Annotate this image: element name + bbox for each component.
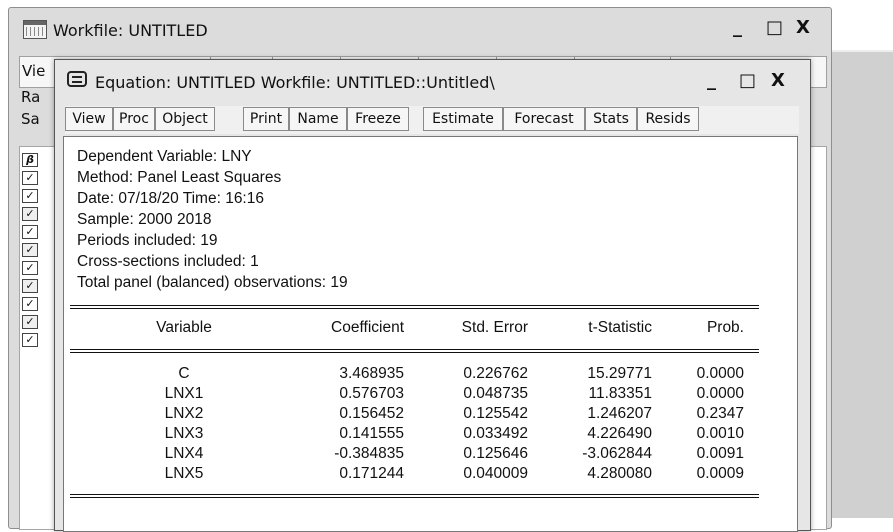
- prob-cell: 0.0009: [696, 465, 744, 482]
- forecast-button[interactable]: Forecast: [503, 107, 585, 131]
- view-button[interactable]: View: [65, 107, 113, 131]
- coef-object-icon[interactable]: β: [22, 153, 38, 167]
- t-statistic-cell: -3.062844: [582, 445, 652, 462]
- name-button[interactable]: Name: [289, 107, 347, 131]
- prob-cell: 0.0000: [696, 365, 744, 382]
- coefficient-cell: 3.468935: [339, 365, 404, 382]
- series-object-icon[interactable]: ✓: [22, 243, 38, 257]
- coefficient-cell: 0.141555: [339, 425, 404, 442]
- prob-cell: 0.0091: [696, 445, 744, 462]
- variable-cell: LNX2: [164, 405, 204, 422]
- view-menu-partial[interactable]: Vie: [22, 62, 45, 80]
- close-button[interactable]: X: [771, 71, 785, 91]
- variable-cell: C: [178, 365, 190, 382]
- resids-button[interactable]: Resids: [637, 107, 699, 131]
- column-header-t-statistic: t-Statistic: [588, 319, 652, 336]
- observations-line: Total panel (balanced) observations: 19: [77, 274, 348, 291]
- stats-button[interactable]: Stats: [585, 107, 637, 131]
- equation-title: Equation: UNTITLED Workfile: UNTITLED::U…: [95, 73, 495, 92]
- series-object-icon[interactable]: ✓: [22, 207, 38, 221]
- equation-window: Equation: UNTITLED Workfile: UNTITLED::U…: [54, 59, 811, 532]
- series-object-icon[interactable]: ✓: [22, 225, 38, 239]
- table-rule: [70, 497, 759, 498]
- sample-line: Sample: 2000 2018: [77, 211, 212, 228]
- std-error-cell: 0.040009: [463, 465, 528, 482]
- table-rule: [70, 308, 759, 309]
- estimate-button[interactable]: Estimate: [423, 107, 503, 131]
- std-error-cell: 0.048735: [463, 385, 528, 402]
- print-button[interactable]: Print: [243, 107, 289, 131]
- std-error-cell: 0.033492: [463, 425, 528, 442]
- coefficient-cell: 0.156452: [339, 405, 404, 422]
- coefficient-cell: -0.384835: [334, 445, 404, 462]
- table-rule: [70, 349, 759, 350]
- variable-cell: LNX3: [164, 425, 204, 442]
- t-statistic-cell: 15.29771: [587, 365, 652, 382]
- prob-cell: 0.0000: [696, 385, 744, 402]
- table-rule: [70, 494, 759, 495]
- std-error-cell: 0.226762: [463, 365, 528, 382]
- t-statistic-cell: 4.280080: [587, 465, 652, 482]
- column-header-variable: Variable: [156, 319, 212, 336]
- series-object-icon[interactable]: ✓: [22, 279, 38, 293]
- freeze-button[interactable]: Freeze: [347, 107, 409, 131]
- close-button[interactable]: X: [796, 18, 810, 38]
- t-statistic-cell: 11.83351: [588, 385, 653, 402]
- series-object-icon[interactable]: ✓: [22, 189, 38, 203]
- table-rule: [70, 352, 759, 353]
- minimize-button[interactable]: _: [707, 71, 716, 91]
- column-header-prob: Prob.: [706, 319, 744, 336]
- series-object-icon[interactable]: ✓: [22, 171, 38, 185]
- series-object-icon[interactable]: ✓: [22, 315, 38, 329]
- desktop-background: [830, 50, 893, 518]
- method-line: Method: Panel Least Squares: [77, 169, 282, 186]
- workfile-titlebar[interactable]: Workfile: UNTITLED _ □ X: [9, 8, 831, 48]
- series-object-icon[interactable]: ✓: [22, 261, 38, 275]
- dependent-variable-line: Dependent Variable: LNY: [77, 148, 252, 165]
- equation-icon: [67, 71, 87, 87]
- prob-cell: 0.0010: [696, 425, 744, 442]
- t-statistic-cell: 1.246207: [587, 405, 652, 422]
- estimation-output: Dependent Variable: LNY Method: Panel Le…: [63, 136, 798, 532]
- t-statistic-cell: 4.226490: [587, 425, 652, 442]
- workfile-icon: [23, 20, 47, 39]
- column-header-std-error: Std. Error: [461, 319, 528, 336]
- variable-cell: LNX5: [164, 465, 204, 482]
- prob-cell: 0.2347: [696, 405, 744, 422]
- equation-toolbar: View Proc Object Print Name Freeze Estim…: [65, 106, 799, 134]
- date-time-line: Date: 07/18/20 Time: 16:16: [77, 190, 264, 207]
- variable-cell: LNX4: [164, 445, 204, 462]
- sample-label: Sa: [21, 110, 40, 128]
- object-button[interactable]: Object: [155, 107, 215, 131]
- column-header-coefficient: Coefficient: [331, 319, 404, 336]
- series-object-icon[interactable]: ✓: [22, 333, 38, 347]
- std-error-cell: 0.125646: [463, 445, 528, 462]
- periods-line: Periods included: 19: [77, 232, 218, 249]
- table-rule: [70, 305, 759, 306]
- proc-button[interactable]: Proc: [113, 107, 155, 131]
- coefficient-cell: 0.576703: [339, 385, 404, 402]
- equation-titlebar[interactable]: Equation: UNTITLED Workfile: UNTITLED::U…: [55, 60, 810, 102]
- std-error-cell: 0.125542: [463, 405, 528, 422]
- variable-cell: LNX1: [164, 385, 204, 402]
- coefficient-cell: 0.171244: [339, 465, 404, 482]
- maximize-button[interactable]: □: [739, 71, 756, 91]
- range-label: Ra: [21, 88, 41, 106]
- maximize-button[interactable]: □: [766, 18, 783, 38]
- cross-sections-line: Cross-sections included: 1: [77, 253, 259, 270]
- series-object-icon[interactable]: ✓: [22, 297, 38, 311]
- workfile-title: Workfile: UNTITLED: [53, 21, 208, 40]
- minimize-button[interactable]: _: [733, 18, 742, 38]
